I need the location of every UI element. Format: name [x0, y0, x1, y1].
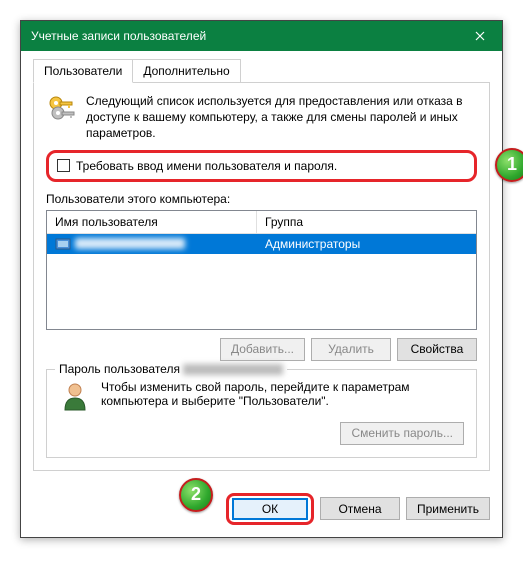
password-groupbox: Пароль пользователя Чтобы изменить свой … [46, 369, 477, 458]
column-group[interactable]: Группа [257, 211, 476, 233]
password-row: Чтобы изменить свой пароль, перейдите к … [59, 380, 464, 412]
window-title: Учетные записи пользователей [31, 29, 206, 43]
users-list-caption: Пользователи этого компьютера: [46, 192, 477, 206]
password-group-title: Пароль пользователя [55, 362, 287, 376]
titlebar[interactable]: Учетные записи пользователей [21, 21, 502, 51]
password-user-blurred [183, 364, 283, 375]
keys-icon [46, 93, 78, 125]
apply-button[interactable]: Применить [406, 497, 490, 520]
ok-highlight: 2 ОК [226, 493, 314, 525]
listview-header: Имя пользователя Группа [47, 211, 476, 234]
users-listview[interactable]: Имя пользователя Группа Администраторы [46, 210, 477, 330]
password-text: Чтобы изменить свой пароль, перейдите к … [101, 380, 464, 408]
cell-username [47, 234, 257, 254]
tab-advanced[interactable]: Дополнительно [132, 59, 240, 82]
require-password-label: Требовать ввод имени пользователя и паро… [76, 159, 337, 173]
cell-group: Администраторы [257, 234, 476, 254]
tab-strip: Пользователи Дополнительно [33, 59, 490, 83]
close-button[interactable] [457, 21, 502, 51]
add-button[interactable]: Добавить... [220, 338, 305, 361]
tab-users[interactable]: Пользователи [33, 59, 133, 83]
change-password-button[interactable]: Сменить пароль... [340, 422, 464, 445]
properties-button[interactable]: Свойства [397, 338, 477, 361]
password-group-prefix: Пароль пользователя [59, 362, 180, 376]
tab-users-panel: Следующий список используется для предос… [33, 83, 490, 471]
column-username[interactable]: Имя пользователя [47, 211, 257, 233]
annotation-badge-1: 1 [495, 148, 523, 182]
info-text: Следующий список используется для предос… [86, 93, 477, 142]
require-password-checkbox[interactable] [57, 159, 70, 172]
cancel-button[interactable]: Отмена [320, 497, 400, 520]
user-icon [55, 237, 71, 251]
user-avatar-icon [59, 380, 91, 412]
user-accounts-dialog: Учетные записи пользователей Пользовател… [20, 20, 503, 538]
password-button-row: Сменить пароль... [59, 422, 464, 445]
annotation-badge-2: 2 [179, 478, 213, 512]
username-blurred [75, 238, 185, 249]
require-password-highlight: Требовать ввод имени пользователя и паро… [46, 150, 477, 182]
dialog-content: Пользователи Дополнительно Следующий спи… [21, 51, 502, 483]
ok-button[interactable]: ОК [232, 498, 308, 520]
info-row: Следующий список используется для предос… [46, 93, 477, 142]
user-buttons-row: Добавить... Удалить Свойства [46, 338, 477, 361]
dialog-button-row: 2 ОК Отмена Применить [21, 483, 502, 537]
close-icon [475, 31, 485, 41]
remove-button[interactable]: Удалить [311, 338, 391, 361]
table-row[interactable]: Администраторы [47, 234, 476, 254]
